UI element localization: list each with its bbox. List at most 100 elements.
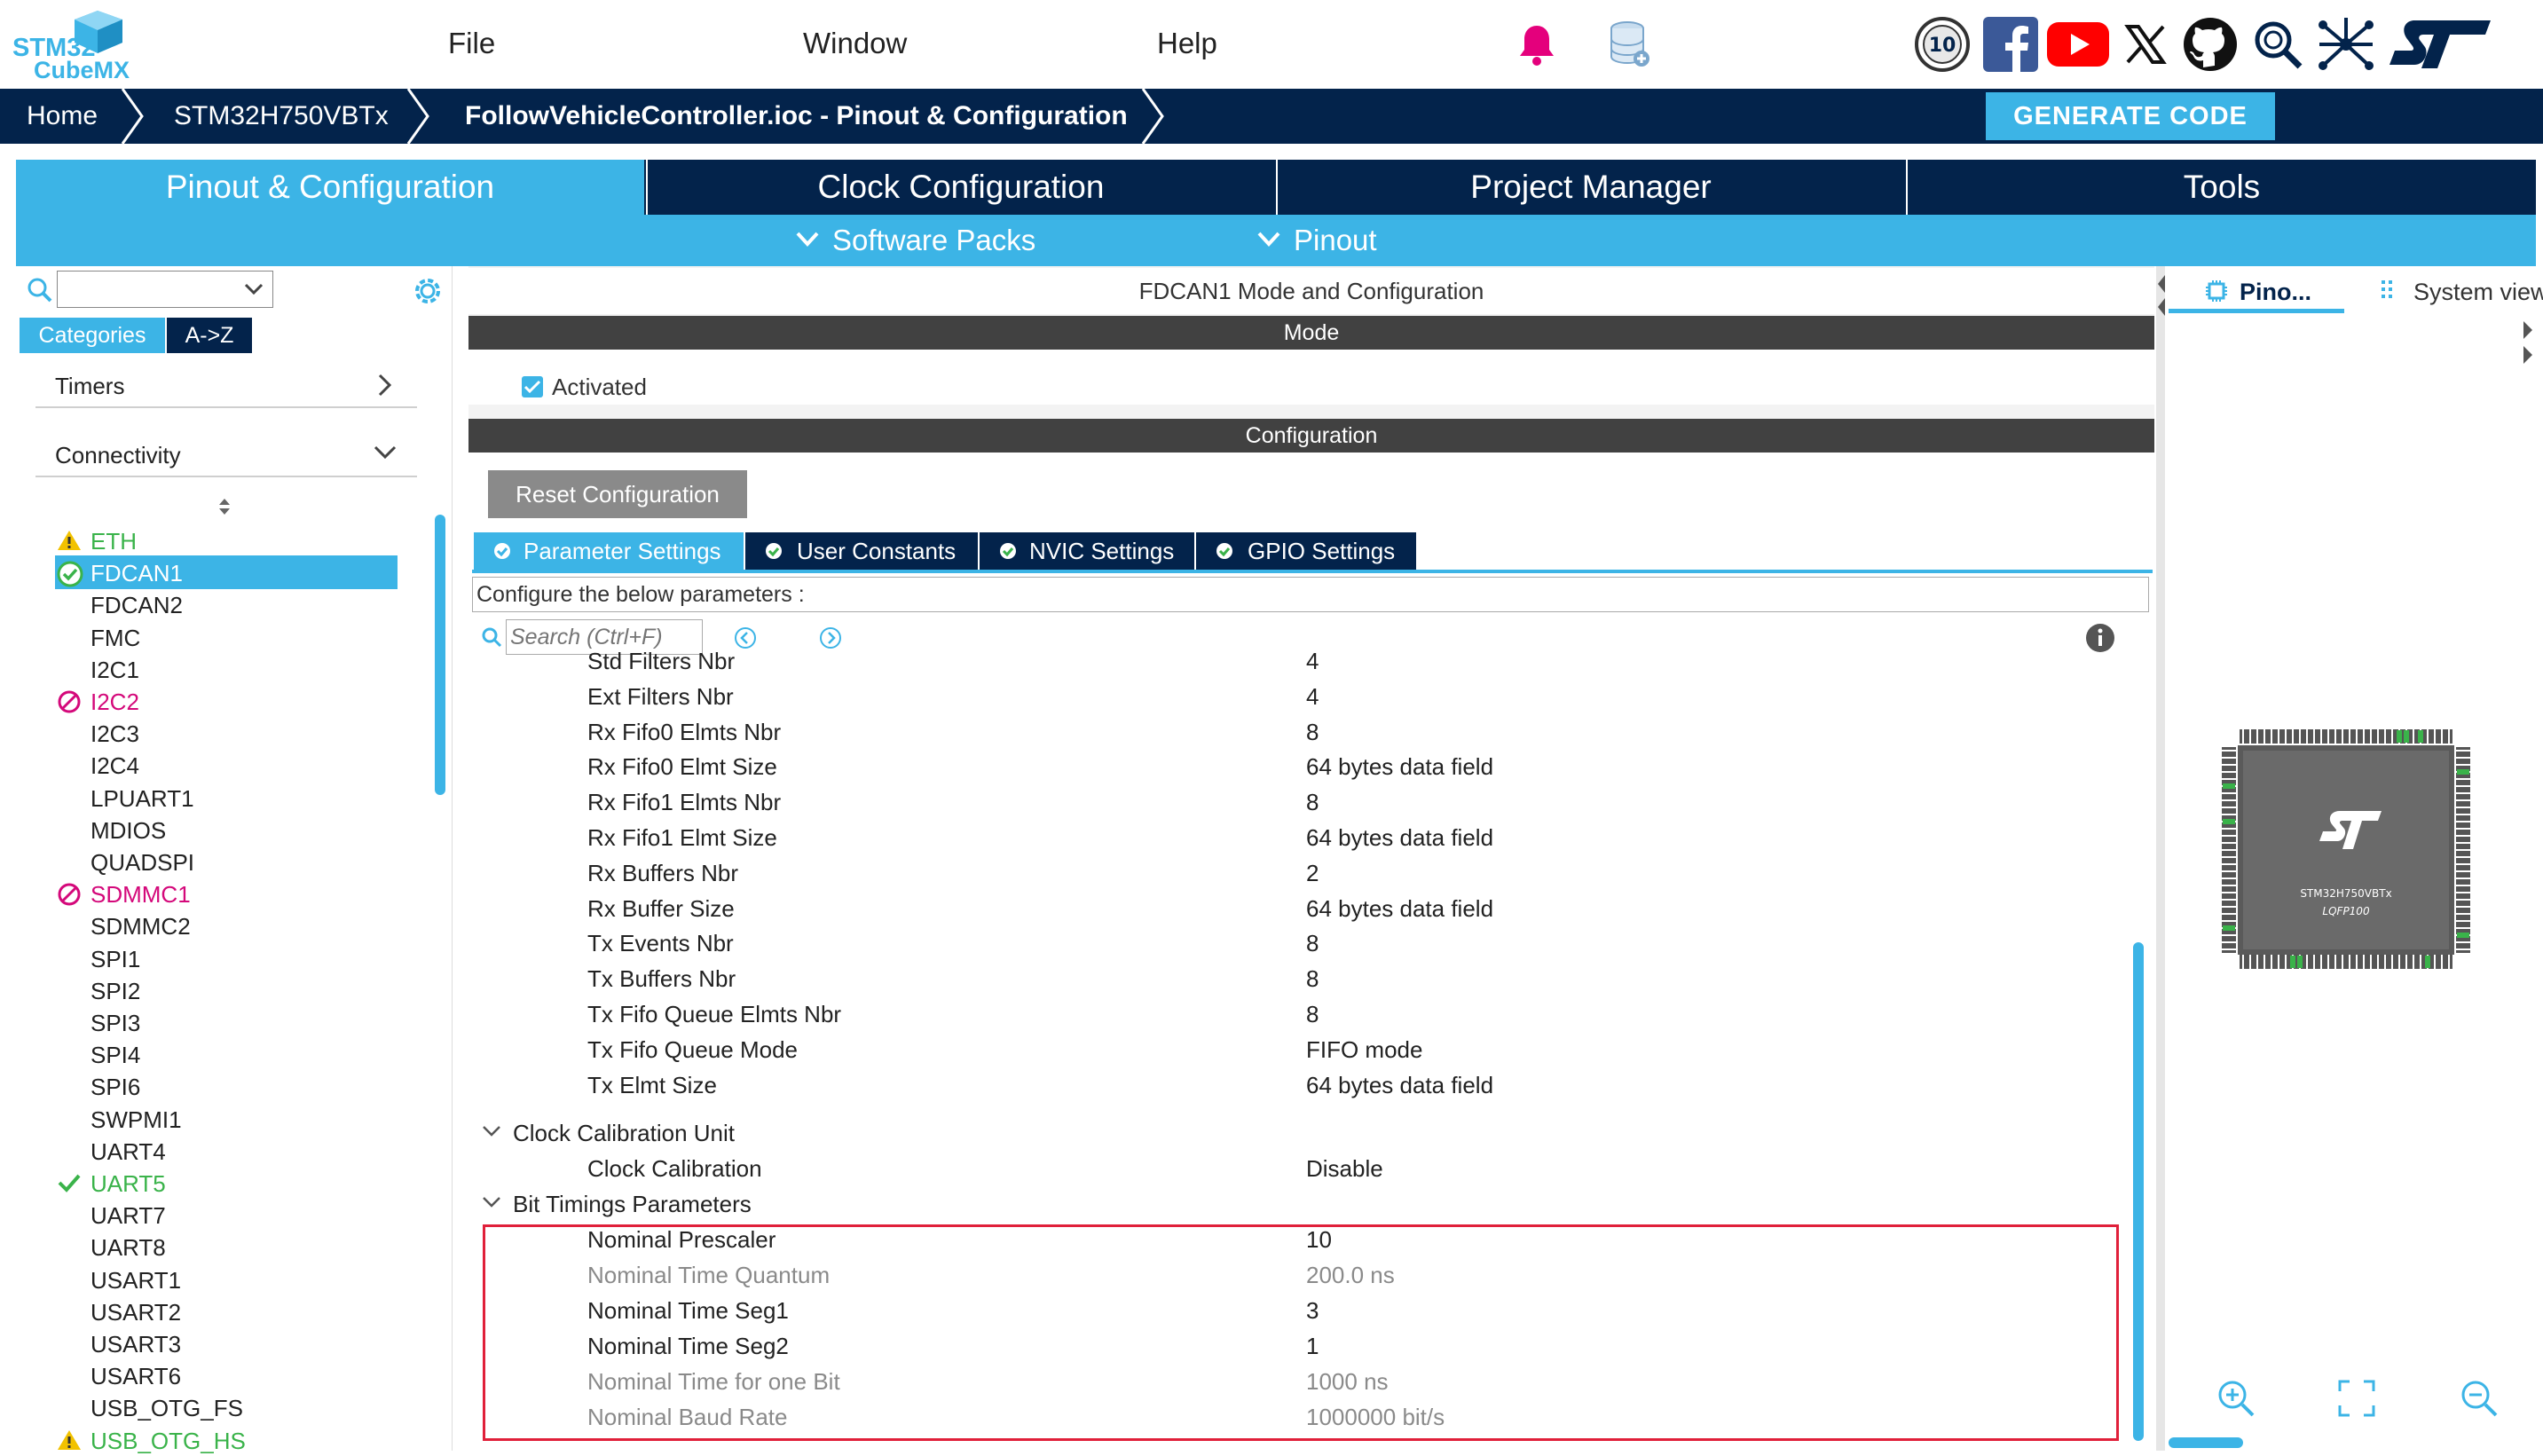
param-value-clock-calibration[interactable]: Disable (1306, 1155, 1383, 1183)
chip-package-label: LQFP100 (2322, 905, 2370, 917)
peripheral-item-spi2[interactable]: SPI2 (91, 978, 140, 1005)
tab-a-to-z[interactable]: A->Z (167, 318, 252, 353)
peripheral-item-spi6[interactable]: SPI6 (91, 1074, 140, 1101)
peripheral-item-uart8[interactable]: UART8 (91, 1234, 166, 1262)
pinout-menu[interactable]: Pinout (1294, 215, 1377, 266)
peripheral-item-spi4[interactable]: SPI4 (91, 1042, 140, 1069)
fit-to-screen-icon[interactable] (2337, 1379, 2376, 1418)
search-icon (482, 627, 502, 648)
param-value[interactable]: 64 bytes data field (1306, 895, 1493, 923)
param-value[interactable]: 2 (1306, 860, 1319, 887)
peripheral-item-uart7[interactable]: UART7 (91, 1202, 166, 1230)
peripheral-item-i2c3[interactable]: I2C3 (91, 720, 139, 748)
previous-result-icon[interactable] (733, 626, 758, 650)
center-scrollbar-thumb[interactable] (2133, 942, 2144, 1441)
collapse-arrow-icon[interactable] (2522, 319, 2534, 369)
tab-system-view[interactable]: System view (2413, 279, 2543, 306)
x-twitter-icon[interactable] (2121, 12, 2170, 76)
peripheral-item-quadspi[interactable]: QUADSPI (91, 849, 194, 877)
st-brand-logo-icon[interactable] (2387, 12, 2493, 76)
tab-pinout-configuration[interactable]: Pinout & Configuration (16, 160, 644, 215)
peripheral-item-i2c2[interactable]: I2C2 (91, 689, 139, 716)
reset-configuration-button[interactable]: Reset Configuration (488, 470, 747, 518)
chevron-right-icon[interactable] (376, 373, 394, 397)
param-value[interactable]: 4 (1306, 683, 1319, 711)
right-scrollbar-thumb[interactable] (2169, 1437, 2243, 1448)
peripheral-item-spi1[interactable]: SPI1 (91, 946, 140, 973)
peripheral-item-fdcan2[interactable]: FDCAN2 (91, 592, 183, 619)
peripheral-item-usart2[interactable]: USART2 (91, 1299, 181, 1326)
info-icon[interactable] (2085, 623, 2115, 653)
zoom-in-icon[interactable] (2216, 1379, 2256, 1418)
facebook-icon[interactable] (1982, 12, 2039, 76)
tab-gpio-settings[interactable]: GPIO Settings (1196, 532, 1416, 570)
peripheral-item-sdmmc1[interactable]: SDMMC1 (91, 881, 191, 909)
category-connectivity[interactable]: Connectivity (55, 442, 181, 469)
gear-icon[interactable] (410, 273, 445, 309)
peripheral-item-sdmmc2[interactable]: SDMMC2 (91, 913, 191, 940)
peripheral-item-usart6[interactable]: USART6 (91, 1363, 181, 1390)
tab-clock-configuration[interactable]: Clock Configuration (646, 160, 1274, 215)
peripheral-item-mdios[interactable]: MDIOS (91, 817, 166, 845)
activated-checkbox[interactable] (522, 376, 543, 397)
database-icon[interactable] (1606, 12, 1652, 76)
category-filter-select[interactable] (57, 271, 273, 308)
param-value[interactable]: FIFO mode (1306, 1036, 1422, 1064)
menu-help[interactable]: Help (1157, 27, 1217, 60)
generate-code-button[interactable]: GENERATE CODE (1986, 92, 2275, 140)
menu-file[interactable]: File (448, 27, 495, 60)
tab-pinout-view[interactable]: Pino... (2240, 279, 2311, 306)
chip-package[interactable]: STM32H750VBTx LQFP100 (2218, 726, 2472, 974)
tab-user-constants[interactable]: User Constants (745, 532, 978, 570)
peripheral-item-i2c1[interactable]: I2C1 (91, 657, 139, 684)
group-clock-calibration[interactable]: Clock Calibration Unit (513, 1120, 735, 1147)
tab-nvic-settings[interactable]: NVIC Settings (980, 532, 1194, 570)
chevron-down-icon[interactable] (481, 1123, 502, 1139)
param-value[interactable]: 64 bytes data field (1306, 1072, 1493, 1099)
param-value[interactable]: 64 bytes data field (1306, 753, 1493, 781)
anniversary-badge-icon[interactable]: 10 (1911, 12, 1973, 76)
peripheral-item-usart3[interactable]: USART3 (91, 1331, 181, 1358)
breadcrumb-home[interactable]: Home (27, 89, 98, 144)
param-value[interactable]: 4 (1306, 648, 1319, 675)
youtube-icon[interactable] (2046, 12, 2110, 76)
peripheral-item-usb_otg_fs[interactable]: USB_OTG_FS (91, 1395, 243, 1422)
peripheral-item-usart1[interactable]: USART1 (91, 1267, 181, 1295)
breadcrumb-project[interactable]: FollowVehicleController.ioc - Pinout & C… (465, 89, 1128, 144)
peripheral-item-eth[interactable]: ETH (91, 528, 137, 555)
peripheral-item-lpuart1[interactable]: LPUART1 (91, 785, 194, 813)
peripheral-item-fdcan1[interactable]: FDCAN1 (91, 560, 183, 587)
tab-categories[interactable]: Categories (20, 318, 165, 353)
peripheral-item-fmc[interactable]: FMC (91, 625, 140, 652)
param-name: Rx Fifo1 Elmt Size (587, 824, 777, 851)
param-value[interactable]: 8 (1306, 965, 1319, 993)
chevron-down-icon[interactable] (373, 444, 398, 461)
tab-tools[interactable]: Tools (1906, 160, 2536, 215)
next-result-icon[interactable] (818, 626, 843, 650)
peripheral-item-swpmi1[interactable]: SWPMI1 (91, 1106, 182, 1134)
category-timers[interactable]: Timers (55, 373, 124, 400)
param-value[interactable]: 64 bytes data field (1306, 824, 1493, 852)
left-scrollbar-thumb[interactable] (435, 515, 445, 795)
github-icon[interactable] (2179, 12, 2241, 76)
peripheral-item-i2c4[interactable]: I2C4 (91, 752, 139, 780)
peripheral-item-uart4[interactable]: UART4 (91, 1138, 166, 1166)
breadcrumb-device[interactable]: STM32H750VBTx (174, 89, 389, 144)
community-search-icon[interactable] (2250, 12, 2305, 76)
peripheral-item-uart5[interactable]: UART5 (91, 1170, 166, 1198)
param-value[interactable]: 8 (1306, 1001, 1319, 1028)
group-bit-timings[interactable]: Bit Timings Parameters (513, 1191, 752, 1218)
tab-project-manager[interactable]: Project Manager (1276, 160, 1904, 215)
software-packs-menu[interactable]: Software Packs (832, 215, 1035, 266)
bell-icon[interactable] (1514, 12, 1560, 76)
param-value[interactable]: 8 (1306, 930, 1319, 957)
zoom-out-icon[interactable] (2460, 1379, 2499, 1418)
chevron-down-icon[interactable] (481, 1194, 502, 1210)
peripheral-item-spi3[interactable]: SPI3 (91, 1010, 140, 1037)
menu-window[interactable]: Window (803, 27, 907, 60)
param-value[interactable]: 8 (1306, 789, 1319, 816)
tab-parameter-settings[interactable]: Parameter Settings (474, 532, 744, 570)
param-value[interactable]: 8 (1306, 719, 1319, 746)
network-icon[interactable] (2314, 12, 2378, 76)
sort-icon[interactable] (217, 497, 232, 516)
